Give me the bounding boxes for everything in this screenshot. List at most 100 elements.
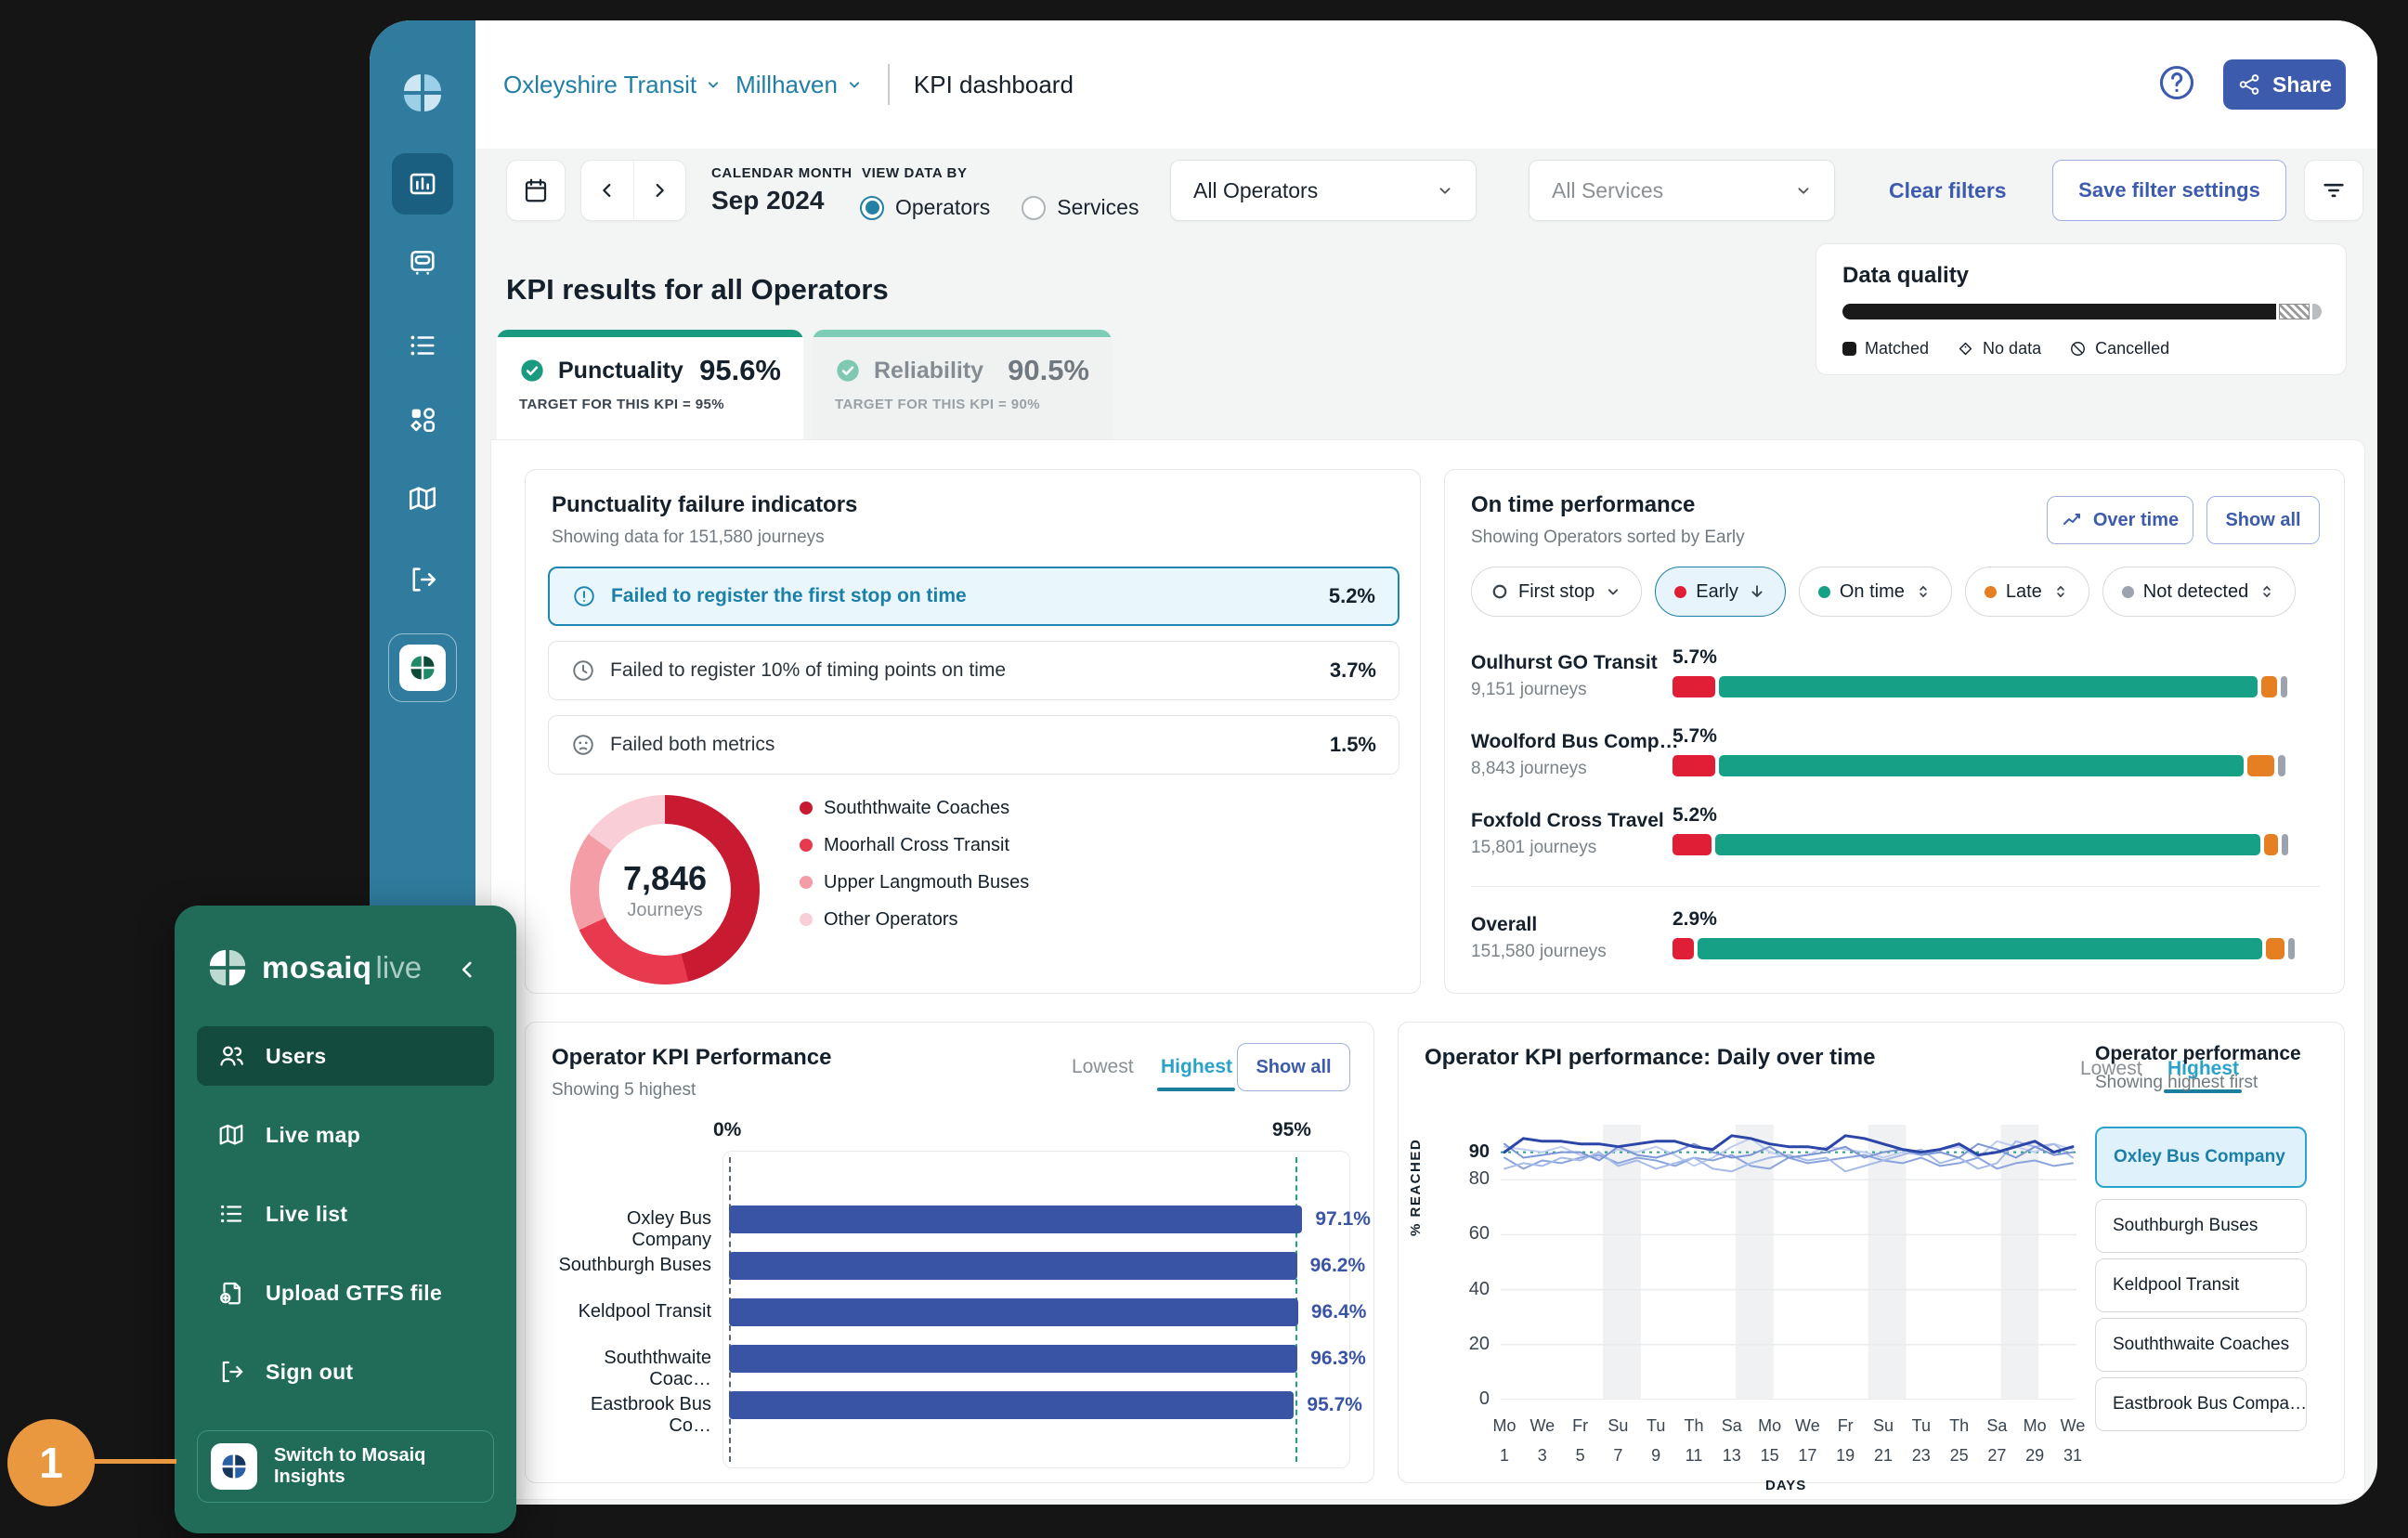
x-tick-day: Fr: [1838, 1416, 1854, 1436]
prev-month-button[interactable]: [581, 161, 634, 220]
chevron-down-icon: [1793, 180, 1814, 201]
rail-item-dashboard[interactable]: [392, 153, 453, 215]
operator-button[interactable]: Souththwaite Coaches: [2095, 1318, 2307, 1372]
menu-collapse-button[interactable]: [455, 958, 479, 986]
rail-item-apps[interactable]: [407, 404, 438, 436]
rail-item-sign-out[interactable]: [407, 564, 438, 595]
x-tick-date: 7: [1613, 1446, 1622, 1466]
mosaiq-insights-icon: [211, 1443, 257, 1490]
operator-button-label: Eastbrook Bus Compa…: [2113, 1394, 2307, 1414]
save-filter-settings-button[interactable]: Save filter settings: [2052, 160, 2286, 221]
kpi-tab-value: 90.5%: [1008, 354, 1089, 387]
dq-legend-label: Matched: [1865, 339, 1929, 358]
brand-light: live: [376, 950, 423, 985]
otp-card-title: On time performance: [1471, 492, 1695, 518]
kpi-bar: [729, 1206, 1302, 1233]
operators-dropdown[interactable]: All Operators: [1170, 160, 1477, 221]
otp-segment: [2264, 834, 2278, 855]
otp-show-all-button[interactable]: Show all: [2206, 496, 2320, 544]
chip-late[interactable]: Late: [1965, 567, 2089, 617]
failure-row[interactable]: Failed both metrics1.5%: [548, 715, 1399, 775]
switch-to-mosaiq-insights-button[interactable]: Switch to Mosaiq Insights: [197, 1430, 494, 1503]
next-month-button[interactable]: [634, 161, 686, 220]
rail-item-live-map[interactable]: [407, 483, 438, 515]
check-circle-icon: [519, 358, 545, 384]
rail-item-switch-app[interactable]: [388, 633, 457, 702]
show-all-label: Show all: [1256, 1057, 1331, 1078]
rail-item-vehicles[interactable]: [407, 246, 438, 278]
failure-row-value: 3.7%: [1330, 658, 1376, 683]
menu-item-users[interactable]: Users: [197, 1026, 494, 1086]
menu-item-live-list[interactable]: Live list: [197, 1184, 494, 1244]
failure-row[interactable]: Failed to register 10% of timing points …: [548, 641, 1399, 700]
x-tick-day: Mo: [1758, 1416, 1781, 1436]
sign-out-icon: [407, 564, 438, 595]
otp-segment: [1673, 755, 1715, 776]
chip-on-time[interactable]: On time: [1799, 567, 1952, 617]
page-title: KPI dashboard: [914, 71, 1074, 99]
kpi-bar-value: 96.4%: [1311, 1301, 1367, 1323]
otp-early-value: 5.2%: [1673, 804, 1717, 827]
x-tick-day: Tu: [1647, 1416, 1665, 1436]
breadcrumb-operator[interactable]: Oxleyshire Transit: [503, 71, 722, 99]
x-tick-day: Sa: [1722, 1416, 1742, 1436]
status-dot-icon: [1985, 586, 1997, 598]
chip-not-detected[interactable]: Not detected: [2102, 567, 2296, 617]
bar-chart-plot: 97.1%96.2%96.4%96.3%95.7%: [722, 1151, 1350, 1468]
mosaiqlive-menu: mosaiqlive UsersLive mapLive listUpload …: [175, 906, 516, 1533]
x-tick-day: Tu: [1912, 1416, 1931, 1436]
donut-legend-label: Souththwaite Coaches: [824, 798, 1009, 819]
over-time-button[interactable]: Over time: [2047, 496, 2193, 544]
menu-item-sign-out[interactable]: Sign out: [197, 1342, 494, 1401]
kpi-bar-name: Oxley Bus Company: [544, 1208, 711, 1251]
bar-show-all-button[interactable]: Show all: [1237, 1043, 1350, 1091]
operator-button[interactable]: Keldpool Transit: [2095, 1258, 2307, 1312]
dq-segment-matched: [1842, 304, 2276, 319]
rail-item-live-list[interactable]: [407, 330, 438, 361]
calendar-month-value: Sep 2024: [711, 186, 824, 215]
kpi-tab-value: 95.6%: [699, 354, 781, 387]
list-icon: [217, 1200, 245, 1228]
operator-button[interactable]: Southburgh Buses: [2095, 1199, 2307, 1253]
radio-operators[interactable]: Operators: [860, 195, 990, 220]
bar-toggle-highest[interactable]: Highest: [1161, 1056, 1232, 1078]
kpi-tab-reliability[interactable]: Reliability90.5%TARGET FOR THIS KPI = 90…: [813, 330, 1112, 439]
otp-stacked-bar: [1673, 938, 2304, 959]
donut-legend-item: Upper Langmouth Buses: [800, 864, 1029, 901]
line-chart-plot: [1501, 1125, 2076, 1400]
kpi-tab-punctuality[interactable]: Punctuality95.6%TARGET FOR THIS KPI = 95…: [497, 330, 803, 439]
donut-legend-item: Other Operators: [800, 901, 1029, 938]
bar-toggle-lowest[interactable]: Lowest: [1072, 1056, 1134, 1078]
blocks-icon: [407, 404, 438, 436]
menu-item-live-map[interactable]: Live map: [197, 1105, 494, 1165]
bar-axis-min-label: 0%: [713, 1119, 741, 1141]
donut-unit: Journeys: [627, 900, 702, 921]
menu-item-label: Live list: [266, 1202, 347, 1227]
operator-button[interactable]: Oxley Bus Company: [2095, 1127, 2307, 1188]
clear-filters-link[interactable]: Clear filters: [1889, 178, 2007, 203]
data-quality-title: Data quality: [1842, 263, 1969, 289]
donut-legend-label: Upper Langmouth Buses: [824, 872, 1029, 893]
breadcrumb-area[interactable]: Millhaven: [735, 71, 864, 99]
diamond-icon: [1957, 340, 1974, 358]
otp-segment: [1715, 834, 2260, 855]
help-button[interactable]: [2156, 62, 2201, 107]
tab-topbar: [497, 330, 803, 337]
chip-first-stop[interactable]: First stop: [1471, 567, 1642, 617]
chip-label: Early: [1696, 581, 1738, 603]
chip-early[interactable]: Early: [1655, 567, 1786, 617]
radio-services[interactable]: Services: [1022, 195, 1139, 220]
services-dropdown[interactable]: All Services: [1529, 160, 1835, 221]
sort-chevrons: [2051, 582, 2070, 601]
failure-row-value: 1.5%: [1330, 733, 1376, 757]
calendar-button[interactable]: [506, 160, 566, 221]
failure-row[interactable]: Failed to register the first stop on tim…: [548, 567, 1399, 626]
status-dot-icon: [1818, 586, 1830, 598]
failure-row-label: Failed to register 10% of timing points …: [610, 659, 1006, 682]
kpi-bar-name: Eastbrook Bus Co…: [544, 1394, 711, 1437]
dq-segment-cancelled: [2312, 304, 2322, 319]
filter-options-button[interactable]: [2304, 160, 2363, 221]
menu-item-upload-gtfs-file[interactable]: Upload GTFS file: [197, 1263, 494, 1323]
share-button[interactable]: Share: [2223, 59, 2346, 110]
operator-button[interactable]: Eastbrook Bus Compa…: [2095, 1377, 2307, 1431]
